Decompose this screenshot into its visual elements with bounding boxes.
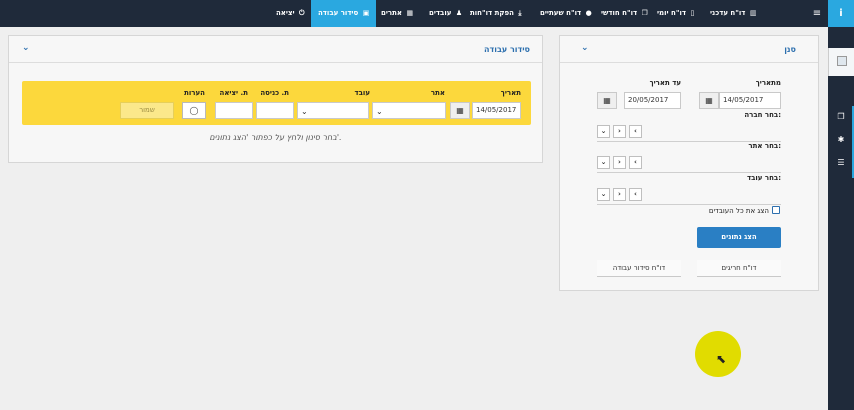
nav-logout[interactable]: יציאה ⏻ [276, 0, 305, 27]
site-select-underline [597, 172, 781, 173]
panel-title: סנן [784, 45, 796, 54]
exit-time-label: ת. יציאה [219, 89, 248, 97]
hamburger-menu-icon[interactable]: ≡ [806, 0, 828, 27]
nav-sites[interactable]: אתרים ▦ [381, 0, 413, 27]
divider [560, 62, 818, 63]
to-date-input[interactable]: 20/05/2017 [624, 92, 681, 109]
power-icon: ⏻ [299, 9, 305, 17]
chevron-down-icon: ⌄ [376, 107, 383, 116]
next-employee-icon[interactable]: ‹ [629, 188, 642, 201]
show-data-button[interactable]: הצג נתונים [697, 227, 781, 248]
site-label: בחר אתר: [748, 142, 781, 150]
collapse-chevron-icon[interactable]: ⌄ [581, 43, 589, 53]
from-calendar-icon[interactable]: ▦ [699, 92, 719, 109]
entry-time-input[interactable] [256, 102, 294, 119]
site-select[interactable]: ⌄ [372, 102, 446, 119]
info-toggle-icon[interactable]: i [828, 0, 854, 27]
company-dropdown-icon[interactable]: ⌄ [597, 125, 610, 138]
prev-employee-icon[interactable]: › [613, 188, 626, 201]
next-company-icon[interactable]: ‹ [629, 125, 642, 138]
gear-icon[interactable]: ✱ [828, 129, 854, 151]
exit-time-input[interactable] [215, 102, 253, 119]
prev-site-icon[interactable]: › [613, 156, 626, 169]
comment-icon: ◯ [189, 106, 199, 115]
employee-select[interactable]: ⌄ [297, 102, 369, 119]
from-date-input[interactable]: 14/05/2017 [719, 92, 781, 109]
pages-icon[interactable]: ❐ [828, 106, 854, 128]
right-sidebar: i ❐ ✱ ☰ [828, 0, 854, 410]
info-icon: ● [585, 9, 592, 17]
prev-company-icon[interactable]: › [613, 125, 626, 138]
nav-hourly-report[interactable]: דו"ח שעתיים ● [540, 0, 592, 27]
calendar-icon[interactable]: ▦ [450, 102, 470, 119]
nav-work-schedule[interactable]: סידור עבודה ▣ [311, 0, 377, 27]
chevron-down-icon: ⌄ [301, 107, 308, 116]
download-icon: ⤓ [518, 9, 522, 17]
nav-employees[interactable]: עובדים ♟ [429, 0, 462, 27]
save-button[interactable]: שמור [120, 102, 174, 119]
notes-label: הערות [184, 89, 205, 97]
date-input[interactable]: 14/05/2017 [472, 102, 521, 119]
person-icon: ♟ [455, 9, 463, 17]
nav-generate-reports[interactable]: הפקת דו"חות ⤓ [470, 0, 522, 27]
show-all-label: הצג את כל העובדים [708, 207, 769, 215]
from-date-label: מתאריך [755, 79, 781, 87]
map-icon: ▦ [406, 9, 414, 17]
chart-icon: ▥ [749, 9, 757, 17]
hint-text: בחר סינון ולחץ על כפתור 'הצג נתונים'. [209, 133, 342, 142]
top-navbar: דו"ח עדכני ▥ דו"ח יומי ▯ דו"ח חודשי ❐ דו… [0, 0, 828, 27]
next-site-icon[interactable]: ‹ [629, 156, 642, 169]
divider [9, 62, 542, 63]
panel-title: סידור עבודה [484, 45, 530, 54]
employee-dropdown-icon[interactable]: ⌄ [597, 188, 610, 201]
schedule-report-button[interactable]: דו"ח סידור עבודה [597, 260, 681, 277]
site-label: אתר [430, 89, 445, 97]
exceptions-report-button[interactable]: דו"ח חריגים [697, 260, 781, 277]
site-dropdown-icon[interactable]: ⌄ [597, 156, 610, 169]
employee-select-underline [597, 204, 781, 205]
to-calendar-icon[interactable]: ▦ [597, 92, 617, 109]
copy-icon: ❐ [641, 9, 648, 17]
broken-image-icon [837, 56, 847, 66]
nav-current-report[interactable]: דו"ח עדכני ▥ [710, 0, 756, 27]
schedule-filter-bar: תאריך אתר עובד ת. כניסה ת. יציאה הערות 1… [22, 81, 531, 125]
nav-monthly-report[interactable]: דו"ח חודשי ❐ [601, 0, 648, 27]
employee-label: בחר עובד: [747, 174, 781, 182]
nav-daily-report[interactable]: דו"ח יומי ▯ [657, 0, 694, 27]
notes-button[interactable]: ◯ [182, 102, 206, 119]
calendar-icon: ▣ [362, 9, 370, 17]
collapse-chevron-icon[interactable]: ⌄ [22, 43, 30, 53]
date-label: תאריך [500, 89, 521, 97]
entry-time-label: ת. כניסה [260, 89, 289, 97]
company-label: בחר חברה: [744, 111, 781, 119]
document-icon: ▯ [690, 9, 695, 17]
mouse-pointer-icon: ⬉ [716, 352, 727, 366]
show-all-checkbox[interactable] [772, 206, 780, 214]
logo-container [828, 48, 854, 76]
employee-label: עובד [354, 89, 370, 97]
list-icon[interactable]: ☰ [828, 152, 854, 174]
to-date-label: עד תאריך [649, 79, 681, 87]
